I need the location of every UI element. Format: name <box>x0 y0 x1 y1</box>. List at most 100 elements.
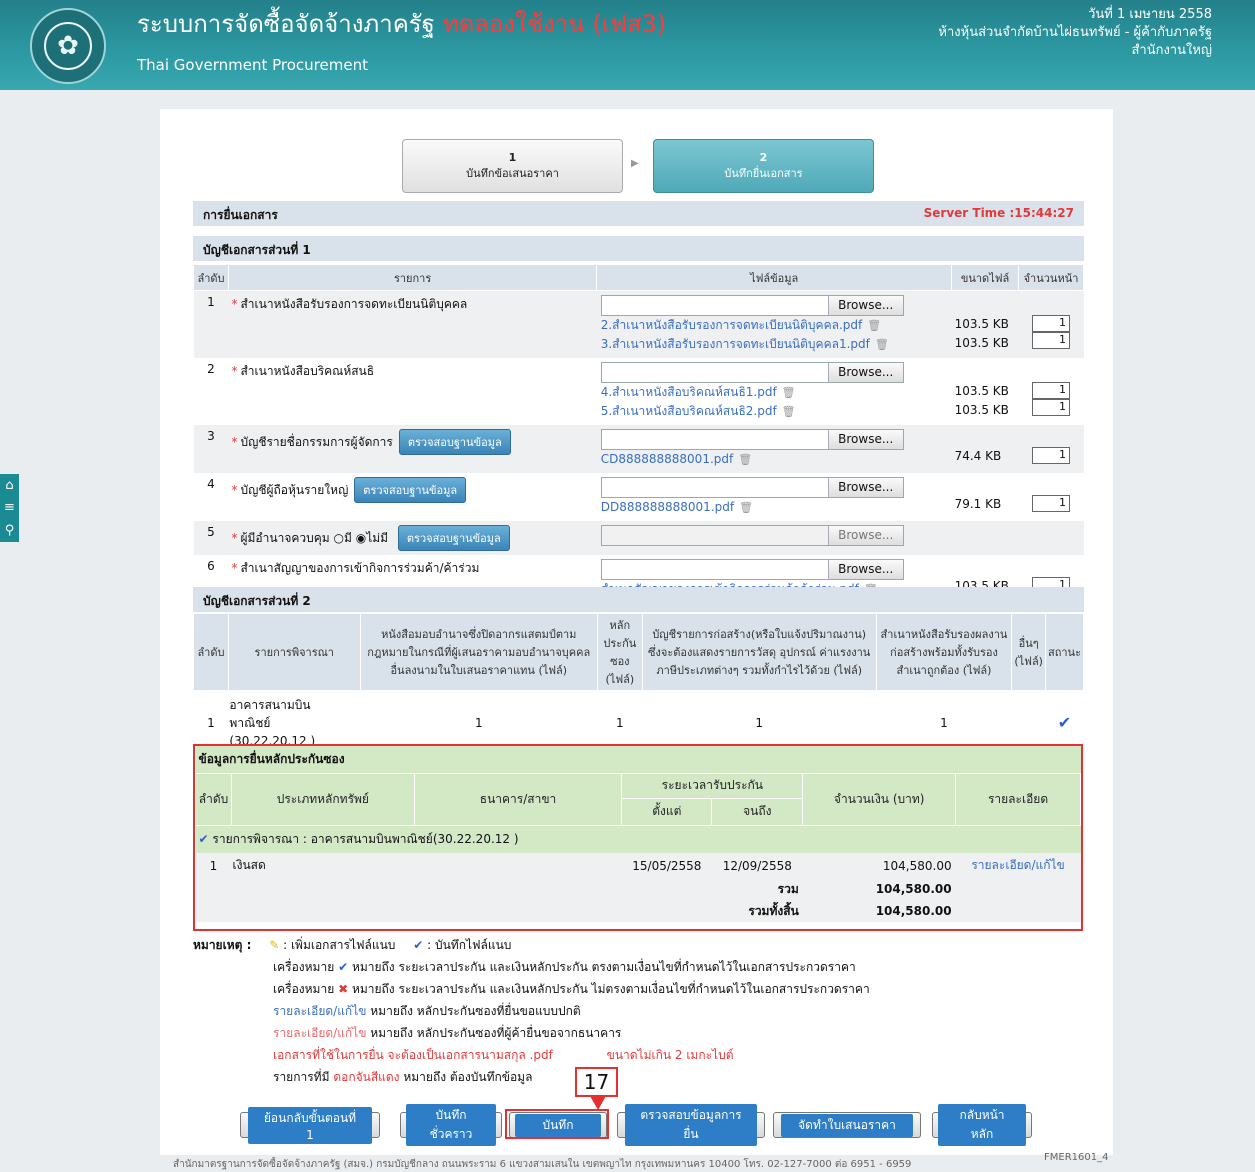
back-step1-button[interactable]: ย้อนกลับขั้นตอนที่ 1 <box>240 1106 380 1144</box>
col-header: ธนาคาร/สาขา <box>413 772 623 826</box>
button-label: บันทึกชั่วคราว <box>406 1104 496 1146</box>
notes-label: หมายเหตุ : <box>193 938 252 952</box>
detail-edit-link[interactable]: รายละเอียด/แก้ไข <box>971 858 1064 872</box>
browse-button[interactable]: Browse... <box>827 363 903 382</box>
file-input[interactable]: Browse... <box>600 477 904 498</box>
radio-no[interactable]: ◉ <box>356 531 366 545</box>
cross-icon: ✖ <box>338 982 349 996</box>
note-text: หมายถึง ต้องบันทึกข้อมูล <box>403 1070 533 1084</box>
file-link[interactable]: 2.สำเนาหนังสือรับรองการจดทะเบียนนิติบุคค… <box>601 316 949 335</box>
verify-db-button[interactable]: ตรวจสอบฐานข้อมูล <box>398 429 511 455</box>
page-count-input[interactable]: 1 <box>1032 447 1070 464</box>
trash-icon[interactable]: 🗑 <box>782 402 796 421</box>
col-header: บัญชีรายการก่อสร้าง(หรือใบแจ้งปริมาณงาน)… <box>641 613 877 691</box>
file-name[interactable]: 4.สำเนาหนังสือบริคณห์สนธิ1.pdf <box>601 383 777 402</box>
user-info: วันที่ 1 เมษายน 2558 ห้างหุ้นส่วนจำกัดบ้… <box>938 6 1212 60</box>
home-icon[interactable]: ⌂ <box>5 478 13 493</box>
verify-db-button[interactable]: ตรวจสอบฐานข้อมูล <box>354 477 467 503</box>
button-label: ย้อนกลับขั้นตอนที่ 1 <box>247 1106 373 1144</box>
page-count-input[interactable]: 1 <box>1032 315 1070 332</box>
browse-button: Browse... <box>827 526 903 545</box>
check-icon: ✔ <box>198 831 209 846</box>
save-draft-button[interactable]: บันทึกชั่วคราว <box>400 1104 502 1146</box>
file-name[interactable]: CD888888888001.pdf <box>601 450 734 469</box>
section-header: การยื่นเอกสาร Server Time :15:44:27 <box>193 201 1084 226</box>
trash-icon[interactable]: 🗑 <box>875 335 889 354</box>
row-number: 4 <box>207 477 215 491</box>
back-home-button[interactable]: กลับหน้าหลัก <box>932 1104 1032 1146</box>
doc-name: บัญชีผู้ถือหุ้นรายใหญ่ <box>240 483 349 497</box>
trash-icon[interactable]: 🗑 <box>738 450 752 469</box>
verify-db-button[interactable]: ตรวจสอบฐานข้อมูล <box>397 525 510 551</box>
file-link[interactable]: CD888888888001.pdf 🗑 <box>601 450 949 469</box>
browse-button[interactable]: Browse... <box>827 296 903 315</box>
table-row: 5 * ผู้มีอำนาจควบคุม ○มี ◉ไม่มี ตรวจสอบฐา… <box>193 521 1084 555</box>
trash-icon[interactable]: 🗑 <box>782 383 796 402</box>
period-to: 12/09/2558 <box>711 853 803 878</box>
note-text: หมายถึง ระยะเวลาประกัน และเงินหลักประกัน… <box>351 982 870 996</box>
col-header: ตั้งแต่ <box>621 797 713 826</box>
security-type: เงินสด <box>231 853 415 878</box>
check-submission-button[interactable]: ตรวจสอบข้อมูลการยื่น <box>617 1104 765 1146</box>
col-header: ลำดับ <box>195 772 232 826</box>
file-input[interactable]: Browse... <box>600 559 904 580</box>
row-number: 1 <box>195 853 232 878</box>
step-1[interactable]: 1 บันทึกข้อเสนอราคา <box>402 139 623 193</box>
file-link[interactable]: 4.สำเนาหนังสือบริคณห์สนธิ1.pdf 🗑 <box>601 383 949 402</box>
browse-button[interactable]: Browse... <box>827 478 903 497</box>
table-row: 1 * สำเนาหนังสือรับรองการจดทะเบียนนิติบุค… <box>193 290 1084 358</box>
garuda-logo: ✿ <box>30 8 106 84</box>
check-icon: ✔ <box>338 960 349 974</box>
col-header: ลำดับ <box>193 264 229 291</box>
row-number: 2 <box>207 362 215 376</box>
file-name[interactable]: 5.สำเนาหนังสือบริคณห์สนธิ2.pdf <box>601 402 777 421</box>
col-header: อื่นๆ (ไฟล์) <box>1011 613 1046 691</box>
menu-icon[interactable]: ≡ <box>4 500 15 515</box>
note-text: หมายถึง หลักประกันซองที่ผู้ค้ายื่นขอจากธ… <box>370 1026 622 1040</box>
col-header: สำเนาหนังสือรับรองผลงานก่อสร้างพร้อมทั้ง… <box>875 613 1013 691</box>
browse-button[interactable]: Browse... <box>827 560 903 579</box>
file-link[interactable]: 3.สำเนาหนังสือรับรองการจดทะเบียนนิติบุคค… <box>601 335 949 354</box>
file-input[interactable]: Browse... <box>600 429 904 450</box>
table-row: 4 * บัญชีผู้ถือหุ้นรายใหญ่ ตรวจสอบฐานข้อมู… <box>194 473 1084 521</box>
test-badge: ทดลองใช้งาน (เฟส3) <box>442 10 667 38</box>
page-count-input[interactable]: 1 <box>1032 382 1070 399</box>
step-number: 2 <box>759 151 768 164</box>
file-input[interactable]: Browse... <box>600 295 904 316</box>
step-2[interactable]: 2 บันทึกยื่นเอกสาร <box>653 139 874 193</box>
page-count-input[interactable]: 1 <box>1032 495 1070 512</box>
file-link[interactable]: DD888888888001.pdf 🗑 <box>601 498 949 517</box>
page-count-input[interactable]: 1 <box>1032 332 1070 349</box>
step-callout: 17 <box>575 1067 618 1097</box>
col-header: รายการ <box>227 264 598 291</box>
file-name[interactable]: 3.สำเนาหนังสือรับรองการจดทะเบียนนิติบุคค… <box>601 335 870 354</box>
file-name[interactable]: 2.สำเนาหนังสือรับรองการจดทะเบียนนิติบุคค… <box>601 316 863 335</box>
part2-title: บัญชีเอกสารส่วนที่ 2 <box>203 594 311 608</box>
file-name[interactable]: DD888888888001.pdf <box>601 498 734 517</box>
col-header: ประเภทหลักทรัพย์ <box>230 772 415 826</box>
file-size: 74.4 KB <box>954 449 1002 463</box>
file-input[interactable]: Browse... <box>600 362 904 383</box>
col-header: ระยะเวลารับประกัน <box>621 772 804 799</box>
part1-title: บัญชีเอกสารส่วนที่ 1 <box>203 243 311 257</box>
part2-table: ลำดับ รายการพิจารณา หนังสือมอบอำนาจซึ่งป… <box>193 613 1085 755</box>
action-buttons: ย้อนกลับขั้นตอนที่ 1 บันทึกชั่วคราว บันท… <box>0 1104 1255 1146</box>
col-header: จำนวนหน้า <box>1018 264 1084 291</box>
section-title: การยื่นเอกสาร <box>203 208 278 222</box>
page-count-input[interactable]: 1 <box>1032 399 1070 416</box>
browse-button[interactable]: Browse... <box>827 430 903 449</box>
make-quotation-button[interactable]: จัดทำใบเสนอราคา <box>773 1112 921 1138</box>
file-link[interactable]: 5.สำเนาหนังสือบริคณห์สนธิ2.pdf 🗑 <box>601 402 949 421</box>
trash-icon[interactable]: 🗑 <box>739 498 753 517</box>
col-header: จำนวนเงิน (บาท) <box>802 772 957 826</box>
doc-name: ผู้มีอำนาจควบคุม <box>240 531 330 545</box>
search-icon[interactable]: ⚲ <box>5 523 15 538</box>
radio-yes[interactable]: ○ <box>334 531 344 545</box>
step-arrow-icon: ▶ <box>631 158 639 169</box>
total-row: รวมทั้งสิ้น 104,580.00 <box>195 900 1081 922</box>
trash-icon[interactable]: 🗑 <box>867 316 881 335</box>
callout-arrow <box>590 1096 606 1110</box>
amount: 104,580.00 <box>802 853 956 878</box>
part2-header: บัญชีเอกสารส่วนที่ 2 <box>193 587 1084 612</box>
sum-label: รวม <box>195 878 803 900</box>
